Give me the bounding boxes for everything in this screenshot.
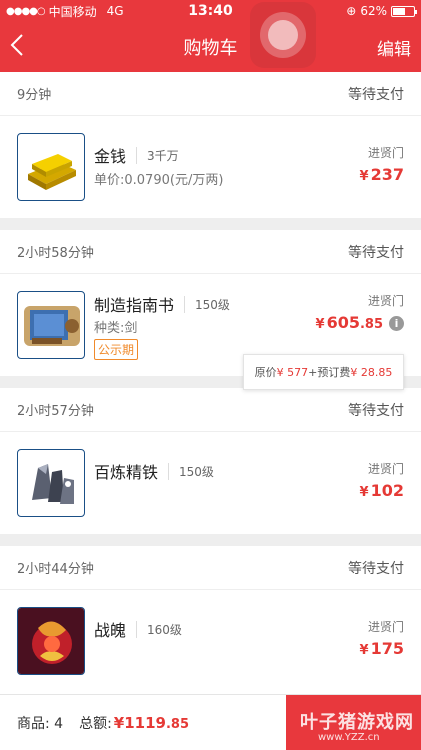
price-value: 237 xyxy=(370,165,404,184)
price-value: 605 xyxy=(326,313,360,332)
carrier: 中国移动 xyxy=(48,4,97,19)
back-button[interactable] xyxy=(10,33,40,62)
signal-icon: ●●●●○ xyxy=(6,5,46,17)
floating-assistive-button[interactable] xyxy=(250,2,316,68)
item-name: 金钱 xyxy=(94,147,127,166)
booking-fee-label: +预订费 xyxy=(308,366,351,379)
order-card[interactable]: 2小时57分钟 等待支付 百炼精铁 150级 进贤门 ¥102 xyxy=(0,388,421,534)
battery-percent: 62% xyxy=(360,4,387,18)
order-time: 2小时44分钟 xyxy=(17,562,94,577)
shop-name: 进贤门 xyxy=(367,294,404,308)
chevron-left-icon xyxy=(10,33,23,56)
battery-icon xyxy=(391,5,417,17)
price-value: 175 xyxy=(370,639,404,658)
item-count: 商品: 4 xyxy=(17,716,64,732)
shop-name: 进贤门 xyxy=(367,620,404,634)
order-card[interactable]: 2小时44分钟 等待支付 战魄 160级 进贤门 ¥175 xyxy=(0,546,421,694)
price-decimal: .85 xyxy=(359,317,383,332)
total-label: 总额: xyxy=(79,716,112,732)
item-name: 战魄 xyxy=(94,621,127,640)
info-icon[interactable]: i xyxy=(389,316,404,331)
header: ●●●●○ 中国移动 4G 13:40 ⊕ 62% 购物车 编辑 xyxy=(0,0,421,72)
order-status: 等待支付 xyxy=(348,86,404,103)
item-level: 150级 xyxy=(168,462,214,480)
publicity-tag: 公示期 xyxy=(94,339,139,360)
item-name: 制造指南书 xyxy=(94,296,175,315)
order-status: 等待支付 xyxy=(348,560,404,577)
network-type: 4G xyxy=(106,4,124,18)
booking-fee: ¥ 28.85 xyxy=(350,365,393,379)
price-breakdown-tooltip: 原价 ¥ 577 +预订费 ¥ 28.85 xyxy=(243,354,404,390)
order-status: 等待支付 xyxy=(348,402,404,419)
shop-name: 进贤门 xyxy=(367,462,404,476)
item-category: 种类:剑 xyxy=(94,321,138,336)
edit-button[interactable]: 编辑 xyxy=(377,35,411,60)
item-price: ¥102 xyxy=(359,481,404,500)
orientation-lock-icon: ⊕ xyxy=(346,4,357,18)
page-title: 购物车 xyxy=(183,38,238,59)
order-time: 2小时57分钟 xyxy=(17,404,94,419)
order-card[interactable]: 9分钟 等待支付 金钱 3千万 单价:0.0790(元/万两) 进贤门 ¥237 xyxy=(0,72,421,218)
watermark-logo: 叶子猪游戏网 xyxy=(300,712,414,733)
item-price: ¥237 xyxy=(359,165,404,184)
status-bar: ●●●●○ 中国移动 4G 13:40 ⊕ 62% xyxy=(0,0,421,22)
unit-price: 单价:0.0790(元/万两) xyxy=(94,173,224,188)
item-price: ¥175 xyxy=(359,639,404,658)
item-level: 160级 xyxy=(136,620,182,638)
gold-bars-icon xyxy=(17,133,85,201)
order-time: 2小时58分钟 xyxy=(17,246,94,261)
price-value: 102 xyxy=(370,481,404,500)
total-int: 1119 xyxy=(124,714,166,732)
item-name: 百炼精铁 xyxy=(94,463,159,482)
iron-ore-icon xyxy=(17,449,85,517)
nav-bar: 购物车 编辑 xyxy=(0,22,421,72)
watermark-url: www.YZZ.cn xyxy=(318,732,380,743)
item-quantity: 3千万 xyxy=(136,146,179,164)
clock: 13:40 xyxy=(188,3,233,19)
order-time: 9分钟 xyxy=(17,88,52,103)
item-price: ¥605.85 i xyxy=(316,313,404,332)
shop-name: 进贤门 xyxy=(367,146,404,160)
original-price: ¥ 577 xyxy=(276,365,309,379)
order-status: 等待支付 xyxy=(348,244,404,261)
original-price-label: 原价 xyxy=(254,366,277,379)
total-amount: ¥1119.85 xyxy=(113,714,190,732)
scroll-book-icon xyxy=(17,291,85,359)
war-spirit-icon xyxy=(17,607,85,675)
item-level: 150级 xyxy=(184,295,230,313)
total-decimal: .85 xyxy=(165,717,190,732)
